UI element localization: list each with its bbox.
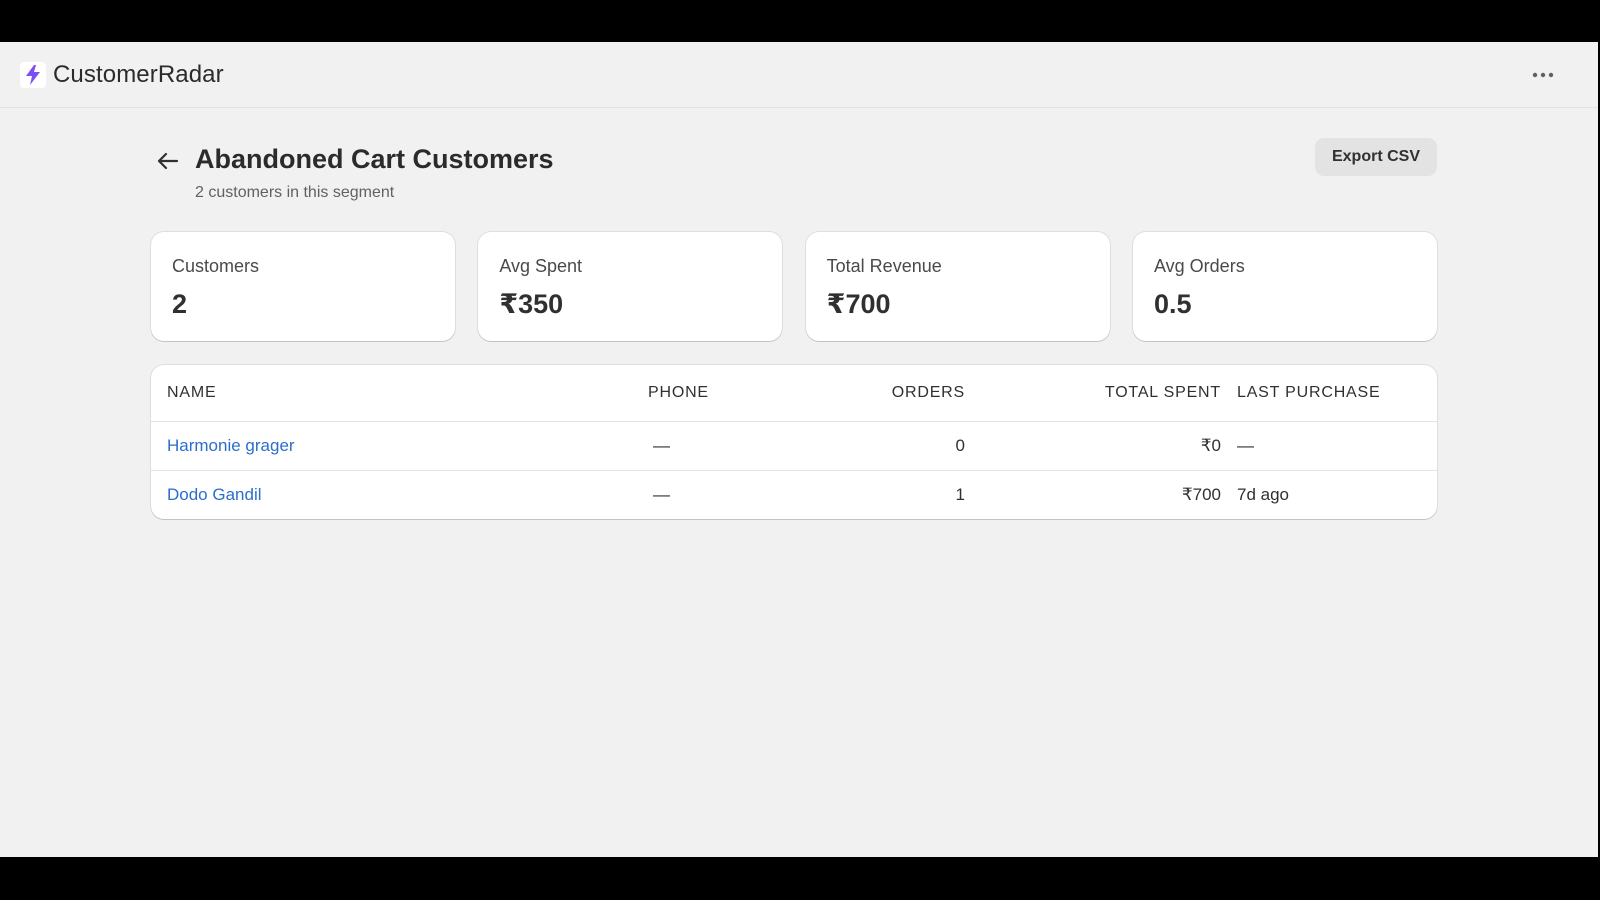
export-csv-button[interactable]: Export CSV (1315, 138, 1437, 176)
page-title: Abandoned Cart Customers (195, 144, 554, 174)
table-row[interactable]: Dodo Gandil — 1 ₹700 7d ago (151, 470, 1437, 519)
stats-row: Customers 2 Avg Spent ₹350 Total Revenue… (151, 232, 1437, 341)
page-subtitle: 2 customers in this segment (195, 184, 395, 201)
customer-name-link[interactable]: Harmonie grager (167, 436, 295, 455)
customers-table: NAME PHONE ORDERS TOTAL SPENT LAST PURCH… (151, 365, 1437, 519)
table-header-row: NAME PHONE ORDERS TOTAL SPENT LAST PURCH… (151, 365, 1437, 422)
stat-label: Customers (172, 256, 260, 276)
stat-label: Total Revenue (826, 256, 942, 276)
lightning-bolt-icon (20, 61, 46, 88)
letterbox-bottom (0, 857, 1600, 900)
page-content: Abandoned Cart Customers 2 customers in … (151, 138, 1437, 519)
column-header-phone[interactable]: PHONE (648, 365, 828, 422)
stat-value: 0.5 (1153, 289, 1192, 319)
stat-label: Avg Orders (1153, 256, 1245, 276)
app-window: CustomerRadar Abandoned Cart Customers 2… (0, 42, 1598, 857)
last-purchase-cell: — (1237, 421, 1437, 471)
last-purchase-cell: 7d ago (1237, 484, 1289, 504)
phone-cell: — (653, 484, 670, 504)
top-bar: CustomerRadar (0, 42, 1598, 108)
orders-cell: 1 (955, 484, 965, 504)
column-header-total-spent[interactable]: TOTAL SPENT (965, 365, 1237, 422)
orders-cell: 0 (828, 421, 965, 471)
app-title: CustomerRadar (53, 60, 224, 88)
stat-value: ₹700 (826, 289, 891, 319)
table-row[interactable]: Harmonie grager — 0 ₹0 — (151, 421, 1437, 471)
total-spent-cell: ₹0 (965, 421, 1237, 471)
letterbox-top (0, 0, 1600, 42)
column-header-last-purchase[interactable]: LAST PURCHASE (1237, 365, 1437, 422)
stat-label: Avg Spent (499, 256, 583, 276)
stat-card-avg-spent: Avg Spent ₹350 (478, 232, 783, 341)
stat-value: 2 (172, 289, 188, 319)
column-header-name[interactable]: NAME (151, 365, 648, 422)
column-header-orders[interactable]: ORDERS (828, 365, 965, 422)
customer-name-link[interactable]: Dodo Gandil (167, 485, 262, 504)
customers-table-card: NAME PHONE ORDERS TOTAL SPENT LAST PURCH… (151, 365, 1437, 519)
back-arrow-icon[interactable] (155, 148, 181, 174)
page-header: Abandoned Cart Customers 2 customers in … (151, 138, 1437, 232)
more-options-icon[interactable] (1528, 64, 1558, 86)
total-spent-cell: ₹700 (1181, 484, 1221, 504)
stat-value: ₹350 (499, 289, 564, 319)
stat-card-avg-orders: Avg Orders 0.5 (1132, 232, 1437, 341)
stat-card-total-revenue: Total Revenue ₹700 (805, 232, 1110, 341)
stat-card-customers: Customers 2 (151, 232, 455, 341)
customer-name-cell: Harmonie grager (151, 421, 648, 471)
customer-name-cell: Dodo Gandil (151, 470, 648, 519)
phone-cell: — (648, 421, 828, 471)
